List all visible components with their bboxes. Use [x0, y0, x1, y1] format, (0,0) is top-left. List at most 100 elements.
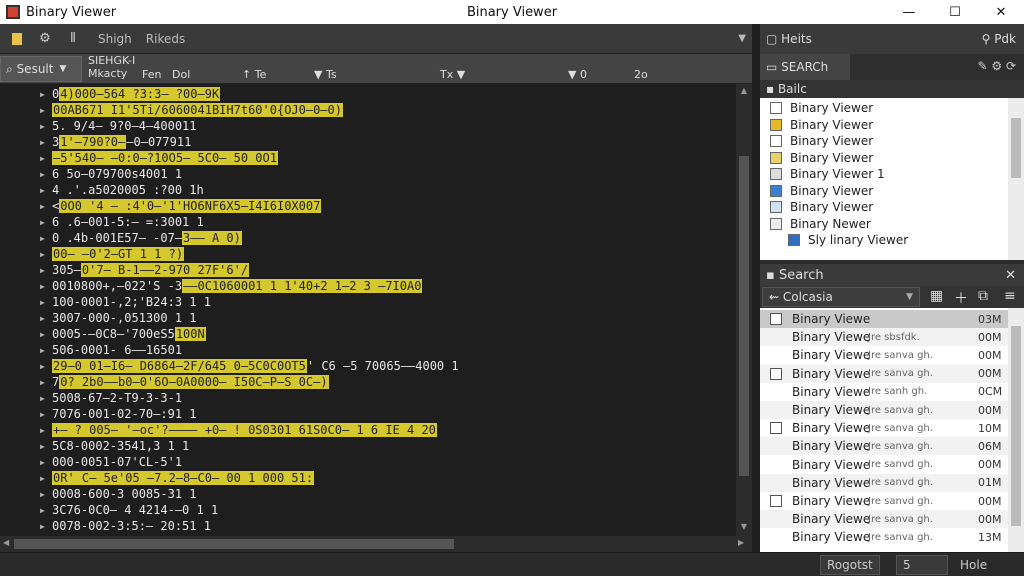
column-header-te[interactable]: ↑ Te [242, 68, 266, 81]
expand-arrow-icon[interactable]: ▶ [40, 474, 52, 483]
close-button[interactable]: ✕ [978, 0, 1024, 24]
code-line[interactable]: ▶ 0 .4b-001E57‒ -07‒ 3‒‒ A 0) [40, 230, 242, 246]
expand-arrow-icon[interactable]: ▶ [40, 234, 52, 243]
grid-icon[interactable]: ▦ [930, 288, 943, 304]
expand-arrow-icon[interactable]: ▶ [40, 282, 52, 291]
result-row[interactable]: Binary Viewe Jre sanvd gh. 00M [760, 492, 1008, 510]
result-row[interactable]: Binary Viewe Jre sbsfdk. 00M [760, 328, 1008, 347]
minimize-button[interactable]: — [886, 0, 932, 24]
close-icon[interactable]: ✕ [1005, 268, 1016, 283]
results-scroll-thumb[interactable] [1011, 326, 1021, 526]
code-line[interactable]: ▶ 3 1'‒790?0‒ ‒0‒077911 [40, 134, 191, 150]
tree-item[interactable]: Binary Viewer [770, 117, 873, 133]
code-line[interactable]: ▶ ‒5'540‒ ‒0:0‒?10O5‒ 5C0‒ 50 0O1 [40, 150, 278, 166]
column-header-ts[interactable]: ▼ Ts [314, 68, 337, 81]
expand-arrow-icon[interactable]: ▶ [40, 442, 52, 451]
result-checkbox[interactable] [770, 313, 782, 325]
column-header-2o[interactable]: 2o [634, 68, 648, 81]
tree-item[interactable]: Binary Viewer [770, 100, 873, 116]
vertical-scrollbar[interactable]: ▲ ▼ [736, 84, 752, 536]
code-line[interactable]: ▶ 0005-‒0C8‒'700eS5 100N [40, 326, 206, 342]
expand-arrow-icon[interactable]: ▶ [40, 378, 52, 387]
code-line[interactable]: ▶ 7 0? 2b0‒‒b0‒0'6O‒0A0000‒ I50C‒P‒S 0C‒) [40, 374, 329, 390]
tree-scrollbar[interactable] [1008, 98, 1024, 260]
scroll-left-icon[interactable]: ◀ [3, 538, 9, 547]
expand-arrow-icon[interactable]: ▶ [40, 186, 52, 195]
expand-arrow-icon[interactable]: ▶ [40, 154, 52, 163]
expand-arrow-icon[interactable]: ▶ [40, 362, 52, 371]
expand-arrow-icon[interactable]: ▶ [40, 202, 52, 211]
code-line[interactable]: ▶ 29‒0 01‒I6‒ D6864‒2F/645 0‒5C0C0OT5 ' C… [40, 358, 459, 374]
file-icon[interactable] [6, 28, 28, 50]
panel-divider[interactable] [752, 24, 760, 552]
code-line[interactable]: ▶ 506-0001- 6‒‒16501 [40, 342, 182, 358]
scroll-thumb[interactable] [739, 156, 749, 476]
expand-arrow-icon[interactable]: ▶ [40, 330, 52, 339]
tree-item[interactable]: Binary Newer [770, 216, 871, 232]
code-line[interactable]: ▶ 3C76-0C0‒ 4 4214-‒0 1 1 [40, 502, 218, 518]
code-line[interactable]: ▶ 00AB671 I1'5Ti/6060041BIH7t60'0{OJ0‒0‒0… [40, 102, 343, 118]
expand-arrow-icon[interactable]: ▶ [40, 218, 52, 227]
expand-arrow-icon[interactable]: ▶ [40, 90, 52, 99]
code-line[interactable]: ▶ 5008-67‒2-T9-3-3-1 [40, 390, 182, 406]
expand-arrow-icon[interactable]: ▶ [40, 314, 52, 323]
expand-arrow-icon[interactable]: ▶ [40, 266, 52, 275]
tools-icon[interactable]: ⚙ [34, 28, 56, 50]
toolbar-item-rikeds[interactable]: Rikeds [146, 32, 185, 46]
expand-arrow-icon[interactable]: ▶ [40, 490, 52, 499]
toolbar-item-shigh[interactable]: Shigh [98, 32, 132, 46]
result-checkbox[interactable] [770, 495, 782, 507]
add-icon[interactable]: ＋ [954, 288, 968, 308]
code-line[interactable]: ▶ 4 .'.a5020005 :?00 1h [40, 182, 204, 198]
tab-search[interactable]: ▭ SEARCh [760, 54, 850, 80]
tree-item[interactable]: Sly linary Viewer [788, 232, 908, 248]
code-line[interactable]: ▶ 5C8-0002-3541,3 1 1 [40, 438, 189, 454]
code-line[interactable]: ▶ 7076-001-02-70‒:91 1 [40, 406, 197, 422]
result-row[interactable]: Binary Viewe Jre sanva gh. 10M [760, 419, 1008, 437]
expand-arrow-icon[interactable]: ▶ [40, 346, 52, 355]
expand-arrow-icon[interactable]: ▶ [40, 298, 52, 307]
tree-item[interactable]: Binary Viewer [770, 183, 873, 199]
code-line[interactable]: ▶ < 0O0 '4 ‒ :4'0‒'1'HO6NF6X5‒I4I6I0X007 [40, 198, 322, 214]
code-line[interactable]: ▶ 6 .6‒001-5:‒ =:3001 1 [40, 214, 204, 230]
code-line[interactable]: ▶ 305‒ 0'7‒ B-1‒‒2-970 27F'6'/ [40, 262, 250, 278]
result-checkbox[interactable] [770, 367, 782, 380]
scroll-up-icon[interactable]: ▲ [736, 86, 752, 95]
maximize-button[interactable]: ☐ [932, 0, 978, 24]
code-line[interactable]: ▶ 0 4)000‒564 ?3:3‒ ?00‒9K [40, 86, 221, 102]
result-row[interactable]: Binary Viewe Jre sanh gh. 0CM [760, 383, 1008, 401]
result-row[interactable]: Binary Viewe Jre sanva gh. 00M [760, 401, 1008, 419]
export-icon[interactable]: ⧉ [978, 288, 988, 304]
expand-arrow-icon[interactable]: ▶ [40, 458, 52, 467]
code-line[interactable]: ▶ 0010800+,‒022'S -3 ‒‒0C1060001 1 1'40+2 … [40, 278, 423, 294]
code-line[interactable]: ▶ 0R' C‒ 5e'05 ‒7.2‒8‒C0‒ 00 1 000 51: [40, 470, 315, 486]
expand-arrow-icon[interactable]: ▶ [40, 106, 52, 115]
column-header-0[interactable]: ▼ 0 [568, 68, 587, 81]
chevron-down-icon[interactable]: ▼ [906, 292, 913, 302]
menu-icon[interactable]: ≡ [1004, 288, 1016, 304]
result-row[interactable]: Binary Viewe Jre sanvd gh. 00M [760, 456, 1008, 474]
code-line[interactable]: ▶ 3007-000-,051300 1 1 [40, 310, 197, 326]
code-line[interactable]: ▶ +‒ ? 005‒ '‒oc'?‒‒‒‒ +0‒ ! 0S0301 61S0C… [40, 422, 437, 438]
tree-item[interactable]: Binary Viewer 1 [770, 166, 885, 182]
panel-header-right[interactable]: ⚲ Pdk [982, 32, 1016, 46]
expand-arrow-icon[interactable]: ▶ [40, 122, 52, 131]
code-line[interactable]: ▶ 000-0051-07'CL-5'1 [40, 454, 182, 470]
result-row[interactable]: Binary Viewe Jre sanva gh. 00M [760, 364, 1008, 383]
result-row[interactable]: Binary Viewe Jre sanva gh. 06M [760, 437, 1008, 456]
tree-item[interactable]: Binary Viewer [770, 150, 873, 166]
expand-arrow-icon[interactable]: ▶ [40, 410, 52, 419]
result-row[interactable]: Binary Viewe Jre sanva gh. 13M [760, 528, 1008, 546]
binary-code-view[interactable]: ▶ 0 4)000‒564 ?3:3‒ ?00‒9K ▶ 00AB671 I1'5Ti… [0, 84, 736, 536]
toolbar-dropdown-icon[interactable]: ▼ [738, 33, 746, 44]
pin-icon[interactable]: ✎ ⚙ ⟳ [978, 59, 1017, 73]
hscroll-thumb[interactable] [14, 539, 454, 549]
column-header-dol[interactable]: Dol [172, 68, 190, 81]
expand-arrow-icon[interactable]: ▶ [40, 394, 52, 403]
expand-arrow-icon[interactable]: ▶ [40, 138, 52, 147]
result-dropdown[interactable]: ⌕ Sesult ▼ [0, 56, 82, 82]
horizontal-scrollbar[interactable]: ◀ ▶ [0, 536, 752, 552]
tree-scroll-thumb[interactable] [1011, 118, 1021, 178]
expand-arrow-icon[interactable]: ▶ [40, 250, 52, 259]
result-row[interactable]: Binary Viewe Jre sanva gh. 00M [760, 346, 1008, 364]
